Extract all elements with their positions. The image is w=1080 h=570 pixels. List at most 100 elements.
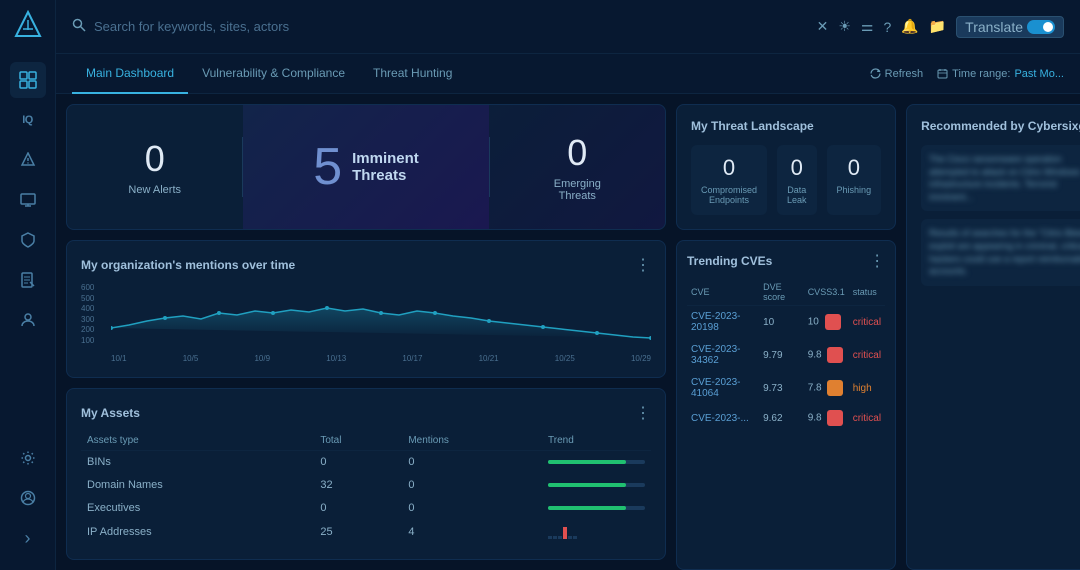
cve-table-row[interactable]: CVE-2023-41064 9.73 7.8 high [687,372,885,405]
cve-col-dve: DVE score [759,279,804,306]
asset-type: BINs [81,451,314,474]
cve-menu-button[interactable]: ⋮ [869,251,885,271]
mentions-chart-area: 600 500 400 300 200 100 [81,283,651,363]
asset-mentions: 0 [402,474,542,497]
asset-total: 32 [314,474,402,497]
theme-icon[interactable]: ☀ [838,18,851,35]
tab-main-dashboard[interactable]: Main Dashboard [72,54,188,94]
folder-icon[interactable]: 📁 [929,18,946,35]
sidebar-chevron-icon[interactable]: › [10,520,46,556]
translate-toggle[interactable] [1027,20,1055,34]
mentions-chart-svg [111,283,651,345]
imminent-threats-section: 5 Imminent Threats [243,105,488,229]
cve-header: Trending CVEs ⋮ [687,251,885,271]
recommended-item-1[interactable]: Results of searches for the "Citrix Blee… [921,219,1080,285]
refresh-label: Refresh [885,68,924,80]
help-icon[interactable]: ? [883,19,891,35]
dataleak-label: Data Leak [787,185,807,205]
endpoints-label: Compromised Endpoints [701,185,757,205]
cvss-badge [827,380,843,396]
recommended-card: Recommended by Cybersixgill The Cisco ra… [906,104,1080,570]
assets-col-mentions: Mentions [402,431,542,451]
asset-total: 0 [314,451,402,474]
search-input[interactable] [94,19,809,34]
page-body: ✕ ☀ ⚌ ? 🔔 📁 Translate Main Dashboard Vul… [56,0,1080,570]
trend-bar-fill [548,483,626,487]
emerging-threats-section: 0 Emerging Threats [490,114,665,220]
cve-status: critical [849,405,885,432]
sidebar-item-account[interactable] [10,480,46,516]
asset-table-row[interactable]: IP Addresses 25 4 [81,520,651,545]
cve-id: CVE-2023-20198 [687,306,759,339]
new-alerts-count: 0 [145,138,165,180]
asset-type: Executives [81,497,314,520]
tab-vulnerability[interactable]: Vulnerability & Compliance [188,54,359,94]
cvss-badge [825,314,841,330]
cvss-badge [827,410,843,426]
refresh-button[interactable]: Refresh [870,68,924,80]
cve-dve: 10 [759,306,804,339]
mentions-menu-button[interactable]: ⋮ [635,255,651,275]
mentions-chart-card: My organization's mentions over time ⋮ 6… [66,240,666,378]
sidebar-bottom: › [10,440,46,560]
filter-icon[interactable]: ⚌ [861,18,874,35]
cve-cvss: 9.8 [804,405,849,432]
cve-dve: 9.73 [759,372,804,405]
metric-dataleak: 0 Data Leak [777,145,817,215]
assets-title: My Assets [81,406,140,420]
cve-table: CVE DVE score CVSS3.1 status CVE-2023-20… [687,279,885,432]
threat-metrics: 0 Compromised Endpoints 0 Data Leak 0 Ph… [691,145,881,215]
time-range[interactable]: Time range: Past Mo... [937,68,1064,80]
time-range-value: Past Mo... [1014,68,1064,80]
sidebar-item-settings[interactable] [10,440,46,476]
trend-bar [548,506,645,510]
asset-table-row[interactable]: Executives 0 0 [81,497,651,520]
phishing-count: 0 [848,155,860,181]
dataleak-count: 0 [791,155,803,181]
trend-bar-fill [548,506,626,510]
threat-landscape-title: My Threat Landscape [691,119,881,133]
mentions-chart-header: My organization's mentions over time ⋮ [81,255,651,275]
sidebar-item-users[interactable] [10,302,46,338]
cve-status: high [849,372,885,405]
cve-table-row[interactable]: CVE-2023-... 9.62 9.8 critical [687,405,885,432]
trend-bar [548,483,645,487]
cve-table-row[interactable]: CVE-2023-34362 9.79 9.8 critical [687,339,885,372]
search-icon [72,18,86,35]
cve-cvss: 10 [804,306,849,339]
close-icon[interactable]: ✕ [817,18,829,35]
tab-threat-hunting[interactable]: Threat Hunting [359,54,466,94]
emerging-label: Emerging Threats [554,178,601,202]
imminent-label: Imminent Threats [352,150,419,184]
sidebar-item-dashboard[interactable] [10,62,46,98]
sidebar-item-docs[interactable] [10,262,46,298]
recommended-item-0[interactable]: The Cisco ransomware operation attempted… [921,145,1080,211]
translate-button[interactable]: Translate [956,16,1064,38]
asset-trend [542,520,651,545]
notification-icon[interactable]: 🔔 [901,18,918,35]
recommended-text-0: The Cisco ransomware operation attempted… [929,153,1080,203]
cve-card: Trending CVEs ⋮ CVE DVE score CVSS3.1 st… [676,240,896,570]
assets-menu-button[interactable]: ⋮ [635,403,651,423]
sidebar-item-alerts[interactable] [10,142,46,178]
asset-trend [542,474,651,497]
threat-landscape-card: My Threat Landscape 0 Compromised Endpoi… [676,104,896,230]
cvss-badge [827,347,843,363]
imminent-count: 5 [313,137,342,197]
sidebar: IQ [0,0,56,570]
metric-endpoints: 0 Compromised Endpoints [691,145,767,215]
asset-table-row[interactable]: BINs 0 0 [81,451,651,474]
cve-table-row[interactable]: CVE-2023-20198 10 10 critical [687,306,885,339]
sidebar-item-shield[interactable] [10,222,46,258]
asset-mentions: 4 [402,520,542,545]
sidebar-item-monitor[interactable] [10,182,46,218]
cve-dve: 9.62 [759,405,804,432]
metric-phishing: 0 Phishing [827,145,882,215]
assets-col-type: Assets type [81,431,314,451]
assets-header: My Assets ⋮ [81,403,651,423]
asset-total: 25 [314,520,402,545]
time-range-label: Time range: [952,68,1010,80]
chart-x-labels: 10/1 10/5 10/9 10/13 10/17 10/21 10/25 1… [111,354,651,363]
sidebar-item-iq[interactable]: IQ [10,102,46,138]
asset-table-row[interactable]: Domain Names 32 0 [81,474,651,497]
